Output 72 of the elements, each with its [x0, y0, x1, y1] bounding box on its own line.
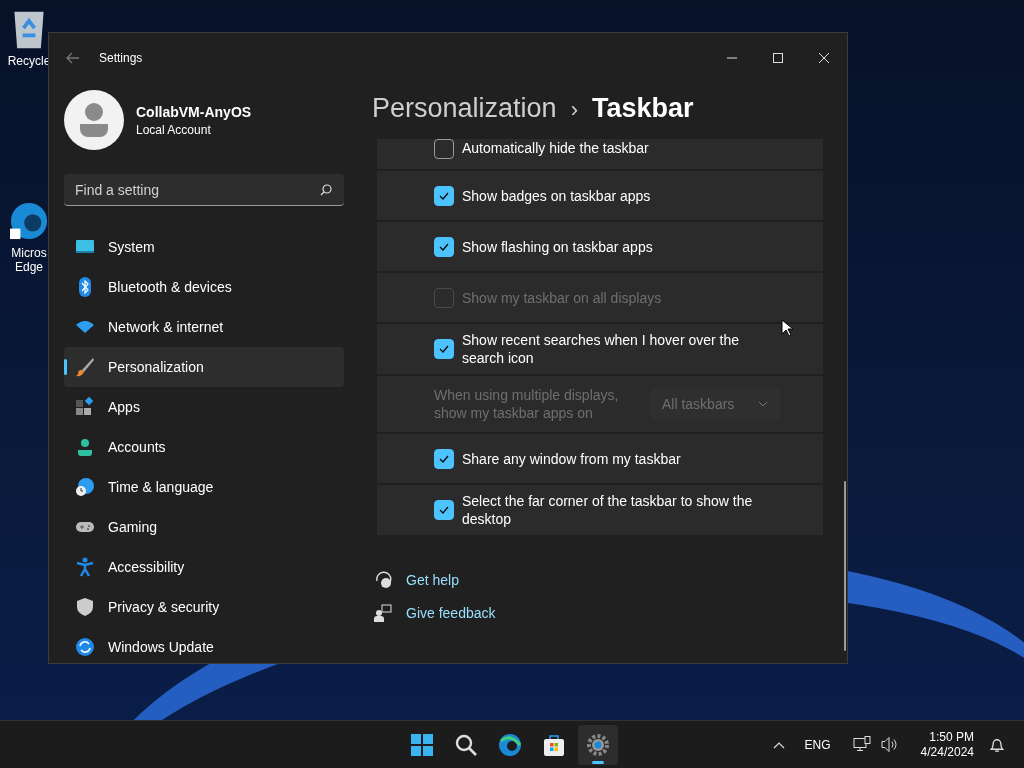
checkbox[interactable] [434, 185, 454, 206]
help-bubble-icon [374, 571, 392, 589]
checkmark-icon [439, 242, 449, 251]
checkbox-label: Select the far corner of the taskbar to show the desktop [462, 492, 754, 529]
avatar-silhouette-icon[interactable] [64, 90, 124, 150]
checkbox[interactable] [434, 139, 454, 159]
checkmark-icon [439, 345, 449, 353]
paintbrush-icon [75, 357, 95, 377]
help-link[interactable]: Give feedback [406, 605, 496, 621]
start-icon [410, 733, 434, 757]
checkbox-label: Show recent searches when I hover over the search icon [462, 331, 741, 368]
store-icon [542, 733, 566, 757]
bell-icon[interactable] [988, 736, 1006, 753]
accessibility-figure-icon [75, 557, 95, 577]
checkbox[interactable] [434, 339, 454, 359]
clock[interactable]: 1:50 PM 4/24/2024 [920, 729, 974, 760]
search-field[interactable]: Find a setting [64, 174, 344, 206]
time: 1:50 PM [929, 729, 974, 745]
maximize-icon[interactable] [773, 53, 783, 63]
sidebar-item[interactable]: Time & language [64, 467, 344, 507]
close-icon[interactable] [819, 53, 829, 63]
sidebar-item[interactable]: Accessibility [64, 547, 344, 587]
sidebar-item[interactable]: Privacy & security [64, 587, 344, 627]
breadcrumb-parent[interactable]: Personalization [372, 93, 557, 124]
gear-icon [586, 733, 610, 757]
language-indicator[interactable]: ENG [804, 737, 831, 752]
checkbox-label: Show flashing on taskbar apps [462, 237, 653, 257]
back-arrow-icon[interactable] [66, 52, 80, 64]
network-monitor-icon[interactable] [852, 736, 871, 753]
checkbox[interactable] [434, 500, 454, 520]
help-link[interactable]: Get help [406, 572, 459, 588]
scrollbar-thumb[interactable] [844, 481, 846, 651]
search-icon [320, 184, 332, 196]
feedback-person-icon [374, 604, 392, 622]
speaker-icon[interactable] [880, 736, 899, 753]
browser-icon[interactable] [10, 200, 48, 242]
person-icon [75, 437, 95, 457]
apps-grid-icon [75, 397, 95, 417]
chevron-down-icon [758, 401, 768, 407]
browser-icon [498, 733, 522, 757]
page-title: Taskbar [591, 93, 694, 124]
sidebar-item[interactable]: Bluetooth & devices [64, 267, 344, 307]
sidebar-item[interactable]: Gaming [64, 507, 344, 547]
sidebar-item[interactable]: Apps [64, 387, 344, 427]
globe-clock-icon [75, 477, 95, 497]
chevron-up-icon[interactable] [772, 740, 785, 749]
checkmark-icon [439, 454, 449, 463]
search-icon [454, 733, 478, 757]
window-title: Settings [99, 51, 143, 65]
breadcrumb-separator: › [570, 97, 578, 123]
sidebar-item[interactable]: Windows Update [64, 627, 344, 667]
account-type: Local Account [136, 122, 212, 137]
checkbox-label: Automatically hide the taskbar [462, 139, 649, 158]
checkbox[interactable] [434, 236, 454, 257]
checkbox[interactable] [434, 448, 454, 469]
sidebar-item[interactable]: Accounts [64, 427, 344, 467]
sidebar-item[interactable]: Network & internet [64, 307, 344, 347]
setting-label: When using multiple displays, show my taskbar apps on [434, 386, 620, 422]
checkbox-label: Show badges on taskbar apps [462, 186, 651, 206]
checkbox-label: Show my taskbar on all displays [462, 288, 662, 308]
account-name: CollabVM-AnyOS [136, 103, 252, 120]
checkmark-icon [439, 506, 449, 514]
desktop-icon-label[interactable]: Micros [11, 246, 47, 260]
shield-icon [75, 597, 95, 617]
checkmark-icon [439, 191, 449, 200]
mouse-pointer-icon [781, 319, 793, 337]
sync-arrows-icon [75, 637, 95, 657]
sidebar-item[interactable]: Personalization [64, 347, 344, 387]
desktop-icon-label[interactable]: Edge [15, 260, 43, 274]
checkbox-label: Share any window from my taskbar [462, 449, 681, 469]
date: 4/24/2024 [920, 744, 974, 760]
sidebar-item[interactable]: System [64, 227, 344, 267]
